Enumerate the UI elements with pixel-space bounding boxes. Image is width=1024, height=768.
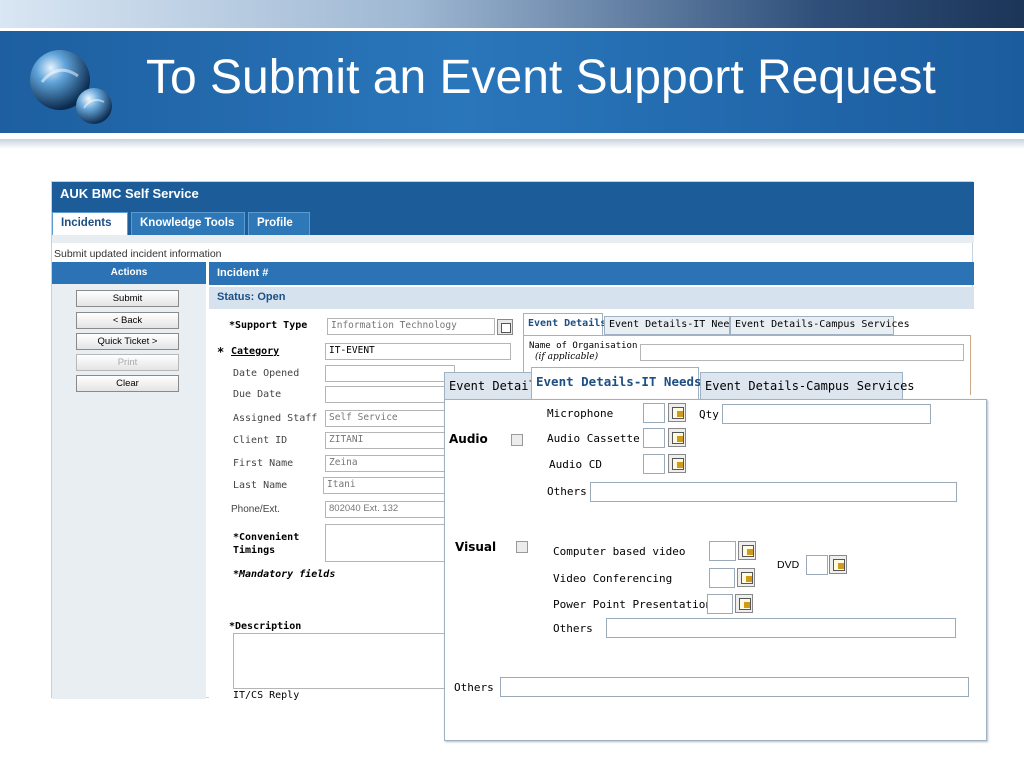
category-required-star: * — [217, 345, 225, 359]
computer-video-label: Computer based video — [553, 545, 686, 558]
assigned-staff-label: Assigned Staff — [233, 413, 318, 424]
overlay-tab-it-needs[interactable]: Event Details-IT Needs — [531, 367, 702, 400]
last-name-field[interactable]: Itani — [323, 477, 455, 494]
phone-field[interactable]: 802040 Ext. 132 — [325, 501, 455, 518]
description-label: *Description — [229, 621, 302, 632]
audio-cd-label: Audio CD — [549, 458, 602, 471]
incident-header: Incident # — [209, 262, 974, 285]
client-id-label: Client ID — [233, 435, 288, 446]
microphone-field[interactable] — [643, 403, 665, 423]
header-divider — [0, 28, 1024, 31]
organisation-field[interactable] — [640, 344, 964, 361]
organisation-label: Name of Organisation — [529, 341, 638, 351]
phone-label: Phone/Ext. — [231, 504, 280, 515]
computer-video-field[interactable] — [709, 541, 736, 561]
date-opened-label: Date Opened — [233, 368, 300, 379]
audio-cassette-field[interactable] — [643, 428, 665, 448]
dvd-label: DVD — [777, 559, 800, 571]
globe-logo-icon — [30, 50, 112, 124]
description-field[interactable] — [233, 633, 455, 689]
others-field[interactable] — [500, 677, 969, 697]
audio-cassette-picker-icon[interactable] — [668, 428, 686, 447]
last-name-label: Last Name — [233, 480, 288, 491]
powerpoint-field[interactable] — [707, 594, 733, 614]
first-name-field[interactable]: Zeina — [325, 455, 455, 472]
audio-label: Audio — [449, 432, 488, 446]
category-link[interactable]: Category — [231, 346, 279, 357]
app-title: AUK BMC Self Service — [52, 182, 974, 209]
header-shadow — [0, 139, 1024, 149]
overlay-panel: Audio Microphone Qty Audio Cassette Audi… — [444, 399, 987, 741]
audio-checkbox[interactable] — [511, 434, 523, 446]
video-conferencing-label: Video Conferencing — [553, 572, 673, 585]
qty-field[interactable] — [722, 404, 931, 424]
mandatory-fields-note: *Mandatory fields — [233, 569, 336, 580]
overlay-tab-campus-services[interactable]: Event Details-Campus Services — [700, 372, 915, 400]
audio-cd-picker-icon[interactable] — [668, 454, 686, 473]
overlay-tab-event-details[interactable]: Event Details — [444, 372, 543, 400]
inner-tab-it-needs[interactable]: Event Details-IT Needs — [604, 316, 741, 335]
overlay-tabbar: Event Details Event Details-IT Needs Eve… — [444, 366, 987, 400]
date-opened-field[interactable] — [325, 365, 455, 382]
dvd-picker-icon[interactable] — [829, 555, 847, 574]
video-conferencing-field[interactable] — [709, 568, 735, 588]
microphone-label: Microphone — [547, 407, 614, 420]
category-field[interactable]: IT-EVENT — [325, 343, 511, 360]
quick-ticket-button[interactable]: Quick Ticket > — [76, 333, 179, 350]
audio-cd-field[interactable] — [643, 454, 665, 474]
slide-title: To Submit an Event Support Request — [146, 51, 936, 104]
breadcrumb: Submit updated incident information — [54, 248, 222, 260]
inner-tab-event-details[interactable]: Event Details — [523, 313, 606, 335]
support-type-field[interactable]: Information Technology — [327, 318, 495, 335]
visual-checkbox[interactable] — [516, 541, 528, 553]
video-conferencing-picker-icon[interactable] — [737, 568, 755, 587]
tab-incidents[interactable]: Incidents — [52, 212, 128, 235]
header-top-band — [0, 0, 1024, 28]
visual-others-field[interactable] — [606, 618, 956, 638]
actions-sidebar: Actions Submit < Back Quick Ticket > Pri… — [52, 262, 206, 699]
status-row: Status: Open — [209, 287, 974, 309]
visual-label: Visual — [455, 540, 497, 554]
print-button[interactable]: Print — [76, 354, 179, 371]
microphone-picker-icon[interactable] — [668, 403, 686, 422]
tab-knowledge-tools[interactable]: Knowledge Tools — [131, 212, 245, 235]
actions-header: Actions — [52, 262, 206, 284]
computer-video-picker-icon[interactable] — [738, 541, 756, 560]
client-id-field[interactable]: ZITANI — [325, 432, 455, 449]
reply-label: IT/CS Reply — [233, 690, 300, 701]
submit-button[interactable]: Submit — [76, 290, 179, 307]
back-button[interactable]: < Back — [76, 312, 179, 329]
tab-substrip — [52, 235, 974, 243]
first-name-label: First Name — [233, 458, 294, 469]
due-date-label: Due Date — [233, 389, 282, 400]
convenient-timings-field[interactable] — [325, 524, 455, 562]
audio-others-label: Others — [547, 485, 587, 498]
others-label: Others — [454, 681, 494, 694]
convenient-timings-label: *Convenient Timings — [233, 532, 300, 556]
dvd-field[interactable] — [806, 555, 828, 575]
visual-others-label: Others — [553, 622, 593, 635]
organisation-sublabel: (if applicable) — [535, 352, 599, 362]
due-date-field[interactable] — [325, 386, 455, 403]
support-type-picker-icon[interactable] — [497, 319, 513, 335]
tab-profile[interactable]: Profile — [248, 212, 310, 235]
audio-cassette-label: Audio Cassette — [547, 432, 640, 445]
powerpoint-picker-icon[interactable] — [735, 594, 753, 613]
clear-button[interactable]: Clear — [76, 375, 179, 392]
inner-tab-campus-services[interactable]: Event Details-Campus Services — [730, 316, 910, 335]
main-tabbar: Incidents Knowledge Tools Profile — [52, 209, 974, 235]
qty-label: Qty — [699, 408, 719, 421]
powerpoint-label: Power Point Presentation — [553, 598, 712, 611]
audio-others-field[interactable] — [590, 482, 957, 502]
it-needs-overlay: Event Details Event Details-IT Needs Eve… — [444, 366, 987, 741]
support-type-label: *Support Type — [229, 320, 308, 331]
assigned-staff-field[interactable]: Self Service — [325, 410, 455, 427]
